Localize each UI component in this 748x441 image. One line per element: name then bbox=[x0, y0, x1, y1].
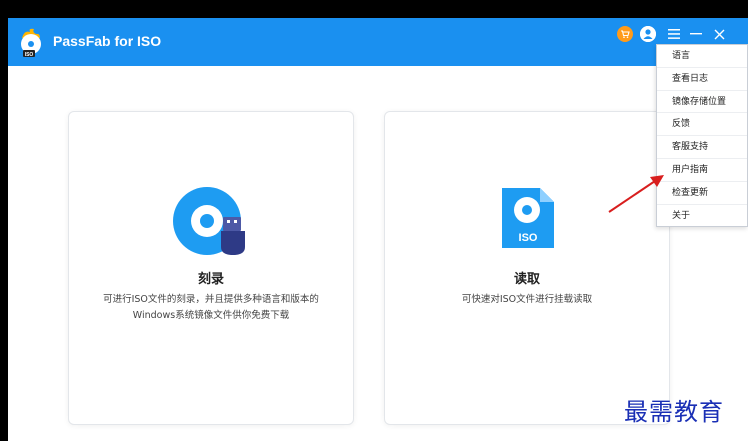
menu-item-check-updates[interactable]: 检查更新 bbox=[657, 182, 747, 205]
disc-usb-icon bbox=[173, 187, 245, 255]
burn-card[interactable]: 刻录 可进行ISO文件的刻录，并且提供多种语言和版本的 Windows系统镜像文… bbox=[68, 111, 354, 425]
menu-item-view-log[interactable]: 查看日志 bbox=[657, 68, 747, 91]
menu-item-about[interactable]: 关于 bbox=[657, 205, 747, 228]
cart-icon[interactable] bbox=[617, 26, 633, 42]
menu-item-feedback[interactable]: 反馈 bbox=[657, 113, 747, 137]
app-title: PassFab for ISO bbox=[53, 33, 162, 49]
read-card[interactable]: ISO 读取 可快速对ISO文件进行挂载读取 bbox=[384, 111, 670, 425]
iso-file-icon: ISO bbox=[502, 188, 554, 248]
title-bar: ISO PassFab for ISO bbox=[8, 18, 748, 66]
minimize-icon[interactable] bbox=[688, 25, 704, 43]
user-icon[interactable] bbox=[640, 26, 656, 42]
svg-text:ISO: ISO bbox=[519, 232, 538, 244]
watermark: 最需教育 bbox=[624, 398, 724, 426]
read-card-title: 读取 bbox=[513, 272, 540, 287]
passfab-iso-logo-icon: ISO bbox=[21, 28, 41, 58]
close-icon[interactable] bbox=[711, 25, 727, 43]
svg-text:ISO: ISO bbox=[25, 52, 34, 58]
read-card-description: 可快速对ISO文件进行挂载读取 bbox=[461, 294, 593, 305]
burn-card-title: 刻录 bbox=[197, 272, 224, 287]
menu-item-customer-support[interactable]: 客服支持 bbox=[657, 136, 747, 159]
hamburger-menu-icon[interactable] bbox=[666, 25, 682, 43]
burn-card-description: 可进行ISO文件的刻录，并且提供多种语言和版本的 Windows系统镜像文件供你… bbox=[103, 294, 319, 321]
menu-item-user-guide[interactable]: 用户指南 bbox=[657, 159, 747, 182]
menu-item-language[interactable]: 语言 bbox=[657, 45, 747, 68]
app-window: ISO PassFab for ISO 刻录 可进行ISO文件的刻录，并且提供多… bbox=[8, 18, 748, 441]
annotation-arrow bbox=[608, 175, 664, 213]
menu-item-image-storage-location[interactable]: 镜像存储位置 bbox=[657, 91, 747, 114]
